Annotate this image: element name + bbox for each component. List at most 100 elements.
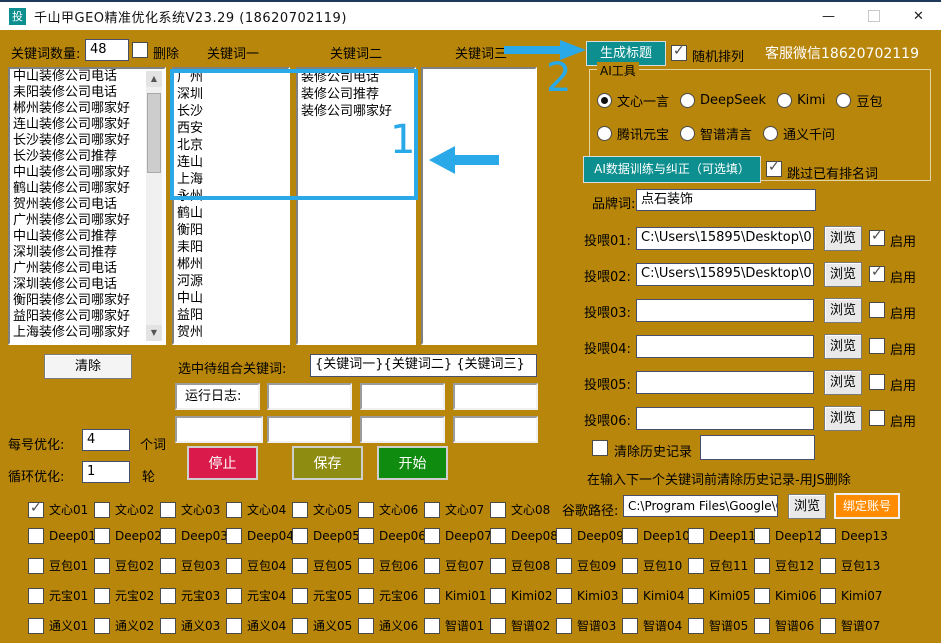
checkbox-icon[interactable] xyxy=(28,528,44,544)
checkbox-icon[interactable] xyxy=(358,588,374,604)
checkbox-icon[interactable] xyxy=(622,528,638,544)
checkbox-icon[interactable] xyxy=(490,528,506,544)
checkbox-icon[interactable] xyxy=(292,528,308,544)
account-checkbox-cell[interactable]: Kimi03 xyxy=(556,587,622,604)
account-checkbox-cell[interactable]: Deep13 xyxy=(820,528,886,544)
scroll-thumb[interactable] xyxy=(147,93,161,173)
random-order-checkbox[interactable] xyxy=(671,45,687,61)
account-checkbox-cell[interactable]: 智谱01 xyxy=(424,617,490,634)
ai-radio-option[interactable]: DeepSeek xyxy=(680,93,766,108)
checkbox-icon[interactable] xyxy=(292,618,308,634)
ai-radio-option[interactable]: Kimi xyxy=(777,93,825,108)
checkbox-icon[interactable] xyxy=(292,502,308,518)
checkbox-icon[interactable] xyxy=(28,502,44,518)
account-checkbox-cell[interactable]: Deep12 xyxy=(754,528,820,544)
checkbox-icon[interactable] xyxy=(226,588,242,604)
checkbox-icon[interactable] xyxy=(28,588,44,604)
close-button[interactable]: ✕ xyxy=(896,2,941,30)
account-checkbox-cell[interactable]: 文心02 xyxy=(94,501,160,518)
account-checkbox-cell[interactable]: Deep05 xyxy=(292,528,358,544)
account-checkbox-cell[interactable]: Deep11 xyxy=(688,528,754,544)
account-checkbox-cell[interactable]: 元宝02 xyxy=(94,587,160,604)
city-item[interactable]: 北京 xyxy=(174,137,288,154)
account-checkbox-cell[interactable]: 豆包05 xyxy=(292,557,358,574)
checkbox-icon[interactable] xyxy=(424,558,440,574)
account-checkbox-cell[interactable]: Kimi01 xyxy=(424,587,490,604)
feed-browse-button[interactable]: 浏览 xyxy=(824,406,862,431)
checkbox-icon[interactable] xyxy=(622,558,638,574)
account-checkbox-cell[interactable]: Deep06 xyxy=(358,528,424,544)
account-checkbox-cell[interactable]: Kimi02 xyxy=(490,587,556,604)
account-checkbox-cell[interactable]: Deep09 xyxy=(556,528,622,544)
checkbox-icon[interactable] xyxy=(820,528,836,544)
radio-icon[interactable] xyxy=(680,93,695,108)
feed-enable-checkbox[interactable] xyxy=(869,338,885,354)
checkbox-icon[interactable] xyxy=(754,558,770,574)
account-checkbox-cell[interactable]: 豆包06 xyxy=(358,557,424,574)
checkbox-icon[interactable] xyxy=(820,618,836,634)
city-item[interactable]: 西安 xyxy=(174,120,288,137)
account-checkbox-cell[interactable]: Deep02 xyxy=(94,528,160,544)
checkbox-icon[interactable] xyxy=(688,528,704,544)
account-checkbox-cell[interactable]: 豆包09 xyxy=(556,557,622,574)
account-checkbox-cell[interactable]: Deep07 xyxy=(424,528,490,544)
account-checkbox-cell[interactable]: 豆包02 xyxy=(94,557,160,574)
checkbox-icon[interactable] xyxy=(160,558,176,574)
city-item[interactable]: 连山 xyxy=(174,154,288,171)
scroll-up-icon[interactable]: ▲ xyxy=(146,71,162,87)
checkbox-icon[interactable] xyxy=(622,588,638,604)
radio-icon[interactable] xyxy=(597,126,612,141)
checkbox-icon[interactable] xyxy=(94,502,110,518)
city-item[interactable]: 鹤山 xyxy=(174,205,288,222)
checkbox-icon[interactable] xyxy=(94,528,110,544)
account-checkbox-cell[interactable]: 文心07 xyxy=(424,501,490,518)
ai-radio-option[interactable]: 腾讯元宝 xyxy=(597,124,669,143)
feed-browse-button[interactable]: 浏览 xyxy=(824,226,862,251)
checkbox-icon[interactable] xyxy=(358,502,374,518)
account-checkbox-cell[interactable]: 智谱02 xyxy=(490,617,556,634)
checkbox-icon[interactable] xyxy=(28,618,44,634)
feed-enable-checkbox[interactable] xyxy=(869,230,885,246)
account-checkbox-cell[interactable]: 智谱05 xyxy=(688,617,754,634)
feed-path-input[interactable] xyxy=(636,371,814,394)
feed-enable-checkbox[interactable] xyxy=(869,374,885,390)
clear-history-checkbox[interactable] xyxy=(592,440,608,456)
city-item[interactable]: 深圳 xyxy=(174,86,288,103)
feed-path-input[interactable] xyxy=(636,407,814,430)
checkbox-icon[interactable] xyxy=(490,558,506,574)
checkbox-icon[interactable] xyxy=(820,588,836,604)
suffix-item[interactable]: 装修公司哪家好 xyxy=(298,103,414,120)
city-item[interactable]: 长沙 xyxy=(174,103,288,120)
account-checkbox-cell[interactable]: Kimi06 xyxy=(754,587,820,604)
checkbox-icon[interactable] xyxy=(160,618,176,634)
checkbox-icon[interactable] xyxy=(226,528,242,544)
account-checkbox-cell[interactable]: 智谱03 xyxy=(556,617,622,634)
account-checkbox-cell[interactable]: Deep04 xyxy=(226,528,292,544)
account-checkbox-cell[interactable]: 文心06 xyxy=(358,501,424,518)
account-checkbox-cell[interactable]: 豆包10 xyxy=(622,557,688,574)
account-checkbox-cell[interactable]: 智谱04 xyxy=(622,617,688,634)
radio-icon[interactable] xyxy=(680,126,695,141)
checkbox-icon[interactable] xyxy=(424,618,440,634)
ai-radio-option[interactable]: 通义千问 xyxy=(763,124,835,143)
keyword-item[interactable]: 中山装修公司电话 xyxy=(10,69,164,85)
checkbox-icon[interactable] xyxy=(160,588,176,604)
account-checkbox-cell[interactable]: 智谱06 xyxy=(754,617,820,634)
feed-browse-button[interactable]: 浏览 xyxy=(824,262,862,287)
suffix-item[interactable]: 装修公司电话 xyxy=(298,69,414,86)
radio-icon[interactable] xyxy=(763,126,778,141)
checkbox-icon[interactable] xyxy=(688,588,704,604)
checkbox-icon[interactable] xyxy=(688,618,704,634)
feed-enable-checkbox[interactable] xyxy=(869,266,885,282)
ai-radio-option[interactable]: 文心一言 xyxy=(597,91,669,110)
keyword-item[interactable]: 郴州装修公司哪家好 xyxy=(10,101,164,117)
delete-checkbox[interactable] xyxy=(132,42,148,58)
keyword-item[interactable]: 长沙装修公司推荐 xyxy=(10,149,164,165)
checkbox-icon[interactable] xyxy=(424,502,440,518)
ai-radio-option[interactable]: 豆包 xyxy=(836,91,882,110)
brand-input[interactable]: 点石装饰 xyxy=(636,189,816,211)
keyword-item[interactable]: 鹤山装修公司哪家好 xyxy=(10,181,164,197)
checkbox-icon[interactable] xyxy=(490,618,506,634)
account-checkbox-cell[interactable]: 豆包01 xyxy=(28,557,94,574)
checkbox-icon[interactable] xyxy=(820,558,836,574)
